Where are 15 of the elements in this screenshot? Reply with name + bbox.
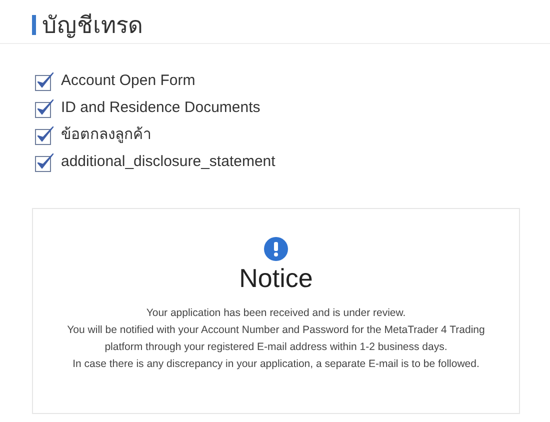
checked-checkbox-icon[interactable]: [35, 126, 54, 145]
checked-checkbox-icon[interactable]: [35, 72, 54, 91]
notice-text: You will be notified with your Account Number and Password for the MetaTrader 4 Trading platform through your registered E-mail address within 1-2 business days.: [66, 323, 486, 355]
checked-checkbox-icon[interactable]: [35, 99, 54, 118]
heading-accent-bar: [32, 15, 36, 35]
document-label: Account Open Form: [61, 71, 196, 92]
notice-text: In case there is any discrepancy in your application, a separate E-mail is to be followed.: [72, 357, 480, 372]
exclamation-icon: [264, 237, 288, 261]
document-label: ข้อตกลงลูกค้า: [61, 125, 151, 146]
checked-checkbox-icon[interactable]: [35, 153, 54, 172]
document-label: additional_disclosure_statement: [61, 152, 276, 172]
notice-text: Your application has been received and is under review.: [146, 306, 406, 321]
notice-title: Notice: [239, 262, 313, 295]
document-label: ID and Residence Documents: [61, 98, 260, 118]
page-title: บัญชีเทรด: [42, 14, 143, 36]
